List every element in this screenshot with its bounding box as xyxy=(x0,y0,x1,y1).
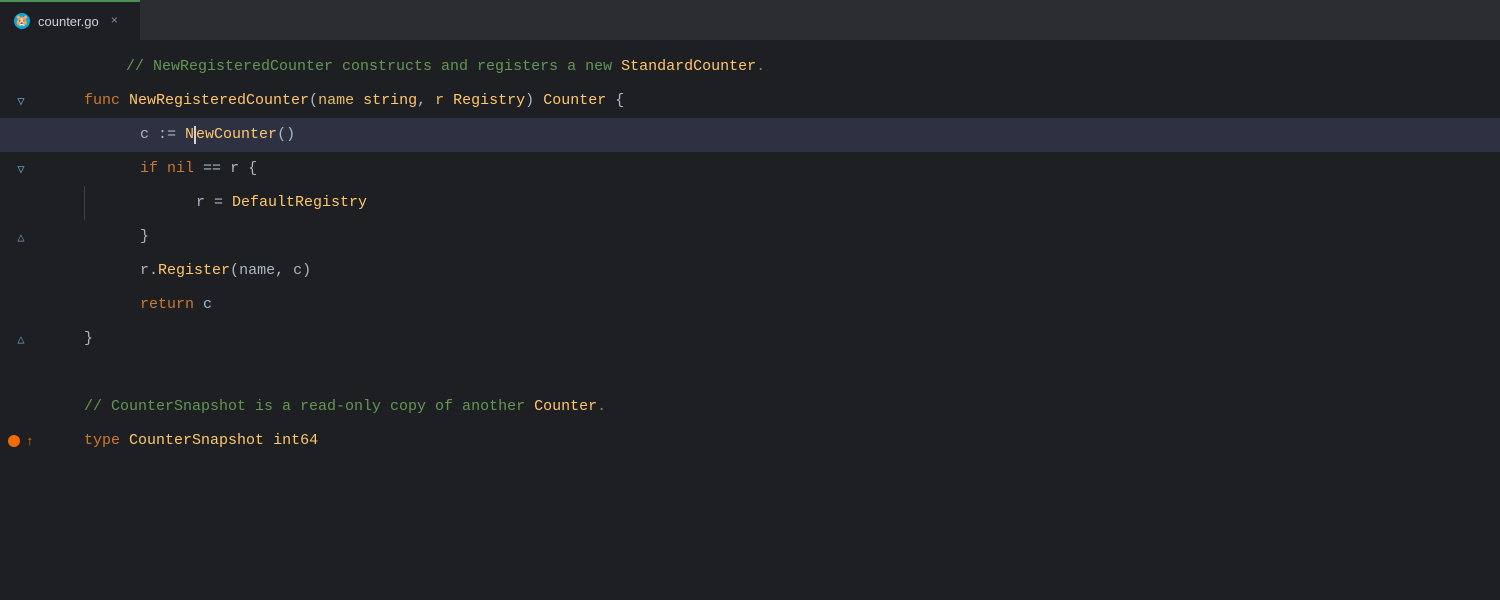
line-8: return c xyxy=(0,288,1500,322)
comment-text: // NewRegisteredCounter constructs and r… xyxy=(126,50,765,84)
tab-close-button[interactable]: × xyxy=(111,14,118,28)
line-content-5: r = DefaultRegistry xyxy=(70,186,1500,220)
line-9: △ } xyxy=(0,322,1500,356)
line-content-11: // CounterSnapshot is a read-only copy o… xyxy=(70,390,1500,424)
fold-icon-4[interactable]: ▽ xyxy=(14,162,28,176)
keyword-func: func xyxy=(84,84,129,118)
line-4: ▽ if nil == r { xyxy=(0,152,1500,186)
paren-open: ( xyxy=(309,84,318,118)
line-12: ↑ type CounterSnapshot int64 xyxy=(0,424,1500,458)
tab-bar: 🐹 counter.go × xyxy=(0,0,1500,40)
fold-icon-9[interactable]: △ xyxy=(14,332,28,346)
fold-icon-2[interactable]: ▽ xyxy=(14,94,28,108)
breakpoint-indicator xyxy=(8,435,20,447)
line-content-6: } xyxy=(70,220,1500,254)
fold-icon-6[interactable]: △ xyxy=(14,230,28,244)
tab-filename: counter.go xyxy=(38,14,99,29)
editor-container: 🐹 counter.go × // NewRegisteredCounter c… xyxy=(0,0,1500,600)
line-2: ▽ func NewRegisteredCounter(name string,… xyxy=(0,84,1500,118)
line-content-2: func NewRegisteredCounter(name string, r… xyxy=(70,84,1500,118)
func-name: NewRegisteredCounter xyxy=(129,84,309,118)
line-content-12: type CounterSnapshot int64 xyxy=(70,424,1500,458)
go-icon: 🐹 xyxy=(14,13,30,29)
line-content-10 xyxy=(70,356,1500,390)
file-tab[interactable]: 🐹 counter.go × xyxy=(0,0,140,40)
line-11: // CounterSnapshot is a read-only copy o… xyxy=(0,390,1500,424)
line-content-7: r.Register(name, c) xyxy=(70,254,1500,288)
param-name: name xyxy=(318,84,354,118)
code-lines: // NewRegisteredCounter constructs and r… xyxy=(0,50,1500,600)
gopher-icon: 🐹 xyxy=(14,13,30,29)
line-5: r = DefaultRegistry xyxy=(0,186,1500,220)
line-content-8: return c xyxy=(70,288,1500,322)
line-7: r.Register(name, c) xyxy=(0,254,1500,288)
line-content-9: } xyxy=(70,322,1500,356)
line-1: // NewRegisteredCounter constructs and r… xyxy=(0,50,1500,84)
line-6: △ } xyxy=(0,220,1500,254)
line-content-3: c := NewCounter() xyxy=(70,118,1500,152)
line-content-1: // NewRegisteredCounter constructs and r… xyxy=(70,50,1500,84)
debug-arrow-icon: ↑ xyxy=(26,434,34,449)
line-3: c := NewCounter() xyxy=(0,118,1500,152)
line-content-4: if nil == r { xyxy=(70,152,1500,186)
code-editor: // NewRegisteredCounter constructs and r… xyxy=(0,40,1500,600)
line-10 xyxy=(0,356,1500,390)
indent-guide xyxy=(84,186,112,220)
